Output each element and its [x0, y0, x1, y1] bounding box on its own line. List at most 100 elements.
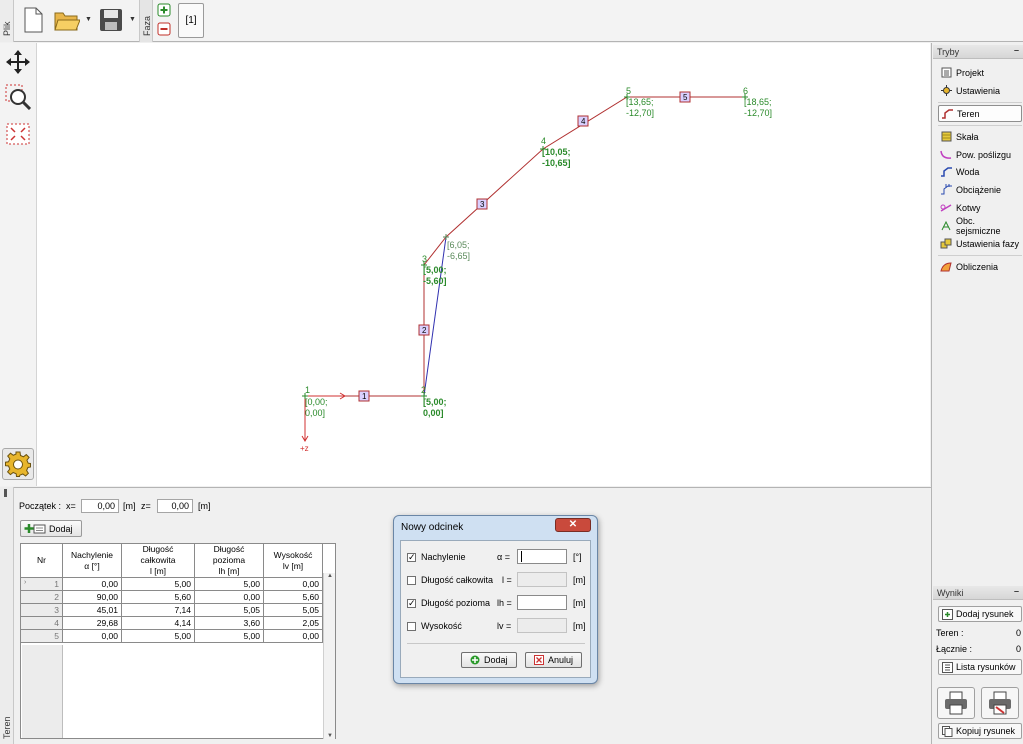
start-z-input[interactable]: 0,00 — [157, 499, 193, 513]
height-label: Wysokość — [421, 621, 462, 631]
dialog-close-button[interactable]: ✕ — [555, 518, 591, 532]
add-drawing-button[interactable]: Dodaj rysunek — [938, 606, 1022, 622]
point-4-number: 4 — [541, 136, 546, 146]
open-dropdown-arrow[interactable]: ▼ — [84, 14, 93, 24]
save-button[interactable] — [96, 4, 126, 36]
mode-obc-sejsmiczne[interactable]: Obc. sejsmiczne — [938, 216, 1022, 236]
new-file-icon — [24, 7, 43, 33]
start-x-input[interactable]: 0,00 — [81, 499, 119, 513]
table-row[interactable]: 2 90,00 5,60 0,00 5,60 — [20, 590, 323, 604]
total-length-unit: [m] — [573, 575, 586, 585]
mode-obliczenia[interactable]: Obliczenia — [938, 258, 1022, 275]
cell-total-length[interactable]: 5,60 — [121, 590, 195, 604]
mode-separator — [938, 255, 1022, 256]
cell-height[interactable]: 5,60 — [263, 590, 323, 604]
slope-input[interactable] — [517, 549, 567, 564]
move-tool-button[interactable] — [4, 48, 32, 76]
mode-ustawienia[interactable]: Ustawienia — [938, 82, 1022, 99]
total-length-input[interactable] — [517, 572, 567, 587]
cell-horizontal-length[interactable]: 3,60 — [194, 616, 264, 630]
settings-button[interactable] — [2, 448, 34, 480]
print-button[interactable] — [937, 687, 975, 719]
minimize-icon[interactable]: – — [1014, 584, 1019, 598]
scroll-up-arrow[interactable]: ▲ — [327, 573, 333, 579]
mode-ustawienia-fazy[interactable]: Ustawienia fazy — [938, 235, 1022, 252]
cell-slope[interactable]: 45,01 — [62, 603, 122, 617]
row-number: 4 — [20, 616, 63, 630]
mode-label: Pow. poślizgu — [956, 149, 1012, 160]
phase-1-button[interactable]: [1] — [178, 3, 204, 38]
print-export-button[interactable] — [981, 687, 1019, 719]
cell-total-length[interactable]: 5,00 — [121, 577, 195, 591]
total-length-checkbox[interactable] — [407, 575, 416, 585]
cell-total-length[interactable]: 4,14 — [121, 616, 195, 630]
cell-total-length[interactable]: 7,14 — [121, 603, 195, 617]
point-4-coord-x: [10,05; — [542, 147, 571, 157]
slope-unit: [°] — [573, 552, 582, 562]
cell-slope[interactable]: 0,00 — [62, 629, 122, 643]
segment-5-label: 5 — [683, 93, 688, 102]
col-header-line: Wysokość — [273, 549, 313, 560]
mode-label: Ustawienia — [956, 85, 1001, 96]
cell-horizontal-length[interactable]: 5,00 — [194, 577, 264, 591]
point-6-coord-z: -12,70] — [744, 108, 772, 118]
height-checkbox[interactable] — [407, 621, 416, 631]
table-row[interactable]: 4 29,68 4,14 3,60 2,05 — [20, 616, 323, 630]
save-dropdown-arrow[interactable]: ▼ — [128, 14, 137, 24]
terrain-side-tab[interactable]: Teren — [0, 487, 14, 744]
mode-teren[interactable]: Teren — [938, 105, 1022, 122]
dialog-cancel-button[interactable]: Anuluj — [525, 652, 583, 668]
zoom-tool-button[interactable] — [4, 83, 32, 111]
mode-pow-poslizgu[interactable]: Pow. poślizgu — [938, 146, 1022, 163]
fit-view-button[interactable] — [4, 120, 32, 148]
mode-skala[interactable]: Skała — [938, 128, 1022, 145]
cell-height[interactable]: 2,05 — [263, 616, 323, 630]
table-row[interactable]: 3 45,01 7,14 5,05 5,05 — [20, 603, 323, 617]
copy-drawing-button[interactable]: Kopiuj rysunek — [938, 723, 1022, 739]
list-drawings-button[interactable]: Lista rysunków — [938, 659, 1022, 675]
table-scrollbar[interactable]: ▲ ▼ — [323, 573, 335, 739]
cell-horizontal-length[interactable]: 5,00 — [194, 629, 264, 643]
table-row[interactable]: 5 0,00 5,00 5,00 0,00 — [20, 629, 323, 643]
col-header-line: Nr — [37, 555, 46, 565]
mode-obciazenie[interactable]: Obciążenie — [938, 181, 1022, 198]
add-segment-button[interactable]: Dodaj — [20, 520, 82, 537]
remove-phase-button[interactable] — [157, 22, 171, 36]
mode-kotwy[interactable]: Kotwy — [938, 199, 1022, 216]
mode-woda[interactable]: Woda — [938, 163, 1022, 180]
slope-checkbox[interactable]: ✓ — [407, 552, 416, 562]
load-icon — [940, 184, 952, 196]
horizontal-length-checkbox[interactable]: ✓ — [407, 598, 416, 608]
cell-slope[interactable]: 29,68 — [62, 616, 122, 630]
add-phase-button[interactable] — [157, 3, 171, 17]
cell-height[interactable]: 0,00 — [263, 577, 323, 591]
open-button[interactable] — [52, 4, 82, 36]
horizontal-length-input[interactable] — [517, 595, 567, 610]
dialog-add-button[interactable]: Dodaj — [461, 652, 517, 668]
open-folder-icon — [54, 12, 80, 31]
save-disk-icon — [100, 9, 122, 31]
table-row[interactable]: › 1 0,00 5,00 5,00 0,00 — [20, 577, 323, 591]
col-header-slope: Nachylenie α [°] — [62, 543, 122, 578]
drawing-canvas[interactable]: +z 1 2 3 4 5 1 [0,00; 0,00] 2 [5,00; 0,0… — [37, 43, 930, 486]
cell-total-length[interactable]: 5,00 — [121, 629, 195, 643]
cell-slope[interactable]: 0,00 — [62, 577, 122, 591]
cell-horizontal-length[interactable]: 0,00 — [194, 590, 264, 604]
file-tab[interactable]: Plik — [0, 0, 14, 42]
results-header-label: Wyniki — [937, 588, 964, 598]
main-toolbar: Plik ▼ ▼ Faza [1] — [0, 0, 1023, 42]
minimize-icon[interactable]: – — [1014, 43, 1019, 57]
cell-height[interactable]: 0,00 — [263, 629, 323, 643]
cell-slope[interactable]: 90,00 — [62, 590, 122, 604]
scroll-down-arrow[interactable]: ▼ — [327, 733, 333, 739]
printer-icon — [945, 691, 967, 715]
height-input[interactable] — [517, 618, 567, 633]
new-file-button[interactable] — [18, 4, 48, 36]
modes-header-label: Tryby — [937, 47, 960, 57]
cell-height[interactable]: 5,05 — [263, 603, 323, 617]
cell-horizontal-length[interactable]: 5,05 — [194, 603, 264, 617]
dialog-cancel-label: Anuluj — [548, 655, 574, 665]
point-3-number: 3 — [422, 254, 427, 264]
mode-projekt[interactable]: Projekt — [938, 64, 1022, 81]
point-5-coord-x: [13,65; — [626, 97, 654, 107]
